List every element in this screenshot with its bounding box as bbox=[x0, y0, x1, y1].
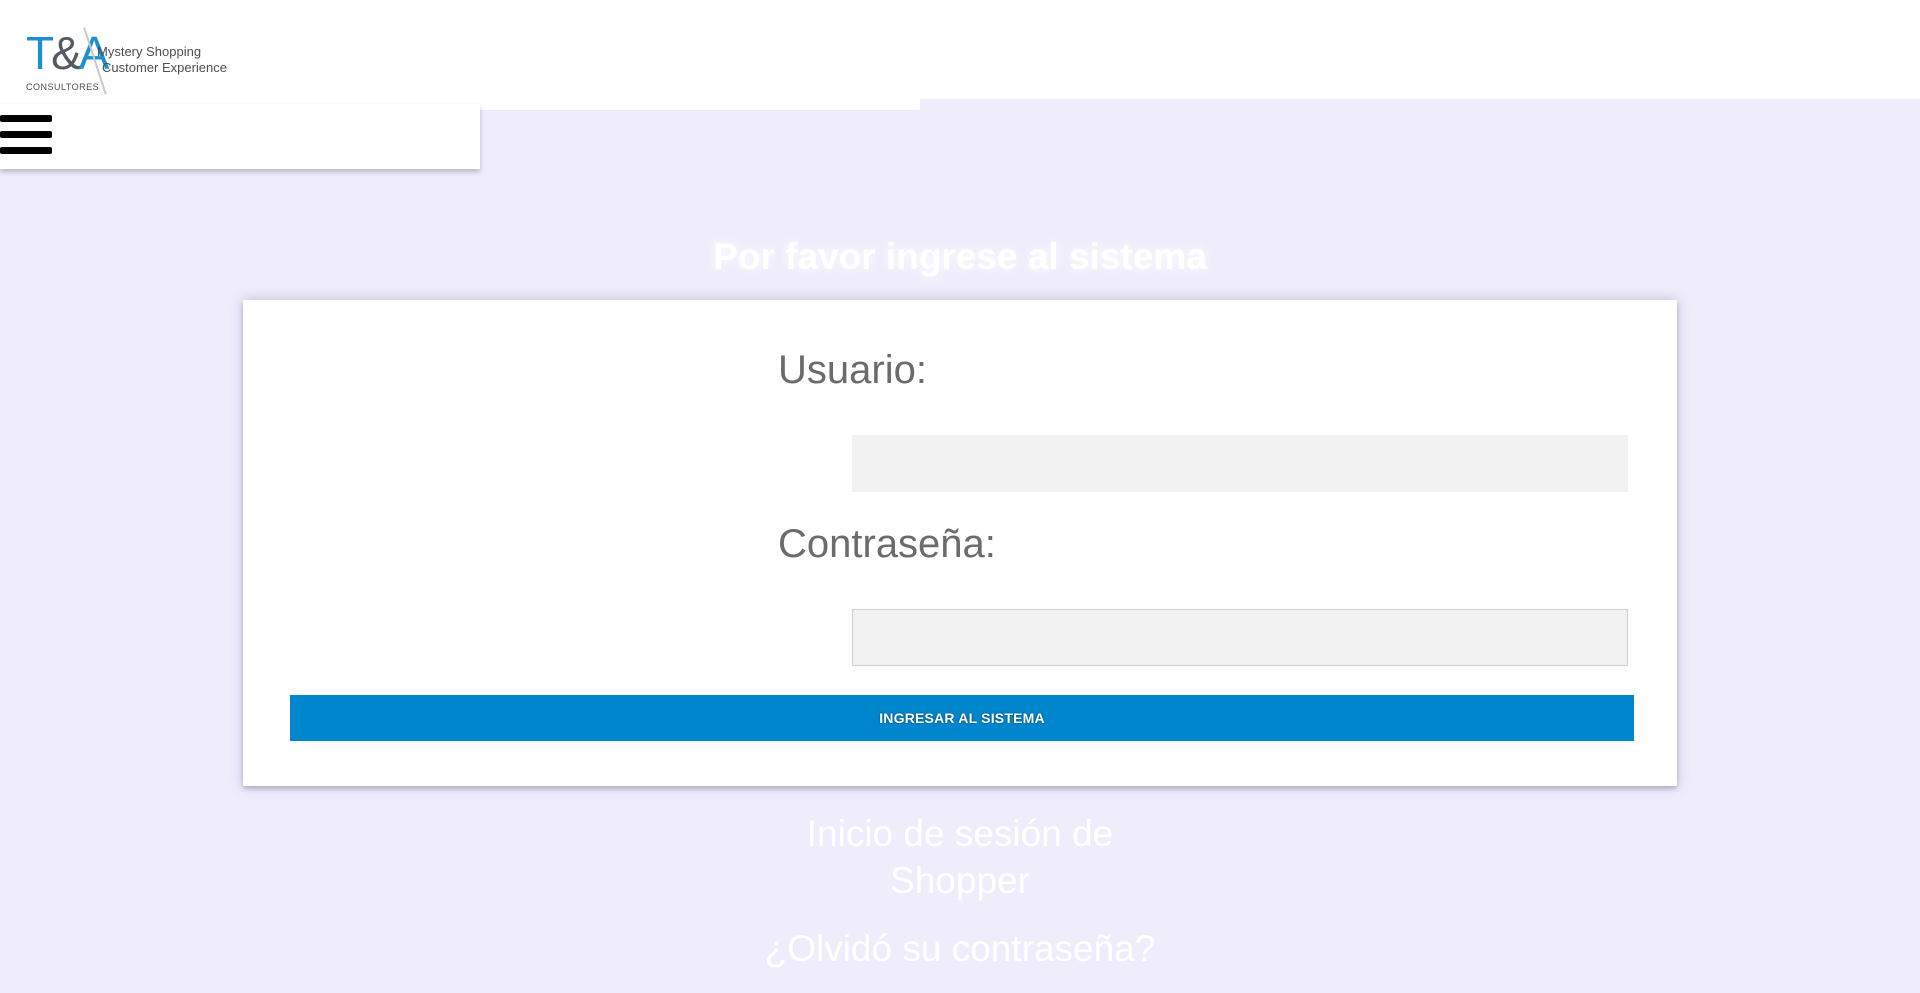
username-label: Usuario: bbox=[778, 348, 927, 392]
navigation-panel bbox=[0, 104, 480, 169]
shopper-login-link[interactable]: Inicio de sesión de Shopper bbox=[760, 810, 1160, 904]
username-field[interactable] bbox=[852, 435, 1628, 492]
page-title: Por favor ingrese al sistema bbox=[713, 236, 1207, 277]
login-card: Usuario: Contraseña: INGRESAR AL SISTEMA bbox=[243, 300, 1677, 786]
menu-bar bbox=[0, 131, 52, 138]
login-submit-button[interactable]: INGRESAR AL SISTEMA bbox=[290, 695, 1634, 741]
logo-company-name: CONSULTORES bbox=[26, 82, 100, 92]
logo-mark: T&A bbox=[26, 27, 109, 79]
hamburger-menu-icon[interactable] bbox=[0, 111, 52, 159]
menu-bar bbox=[0, 147, 52, 154]
menu-bar bbox=[0, 115, 52, 122]
company-logo[interactable]: T&A Mystery Shopping Customer Experience… bbox=[26, 24, 227, 96]
password-field[interactable] bbox=[852, 609, 1628, 666]
logo-tagline-1: Mystery Shopping bbox=[97, 44, 202, 59]
top-header-bar bbox=[0, 0, 1920, 99]
forgot-password-link[interactable]: ¿Olvidó su contraseña? bbox=[760, 925, 1160, 972]
password-label: Contraseña: bbox=[778, 522, 996, 566]
logo-tagline-2: Customer Experience bbox=[102, 60, 227, 75]
